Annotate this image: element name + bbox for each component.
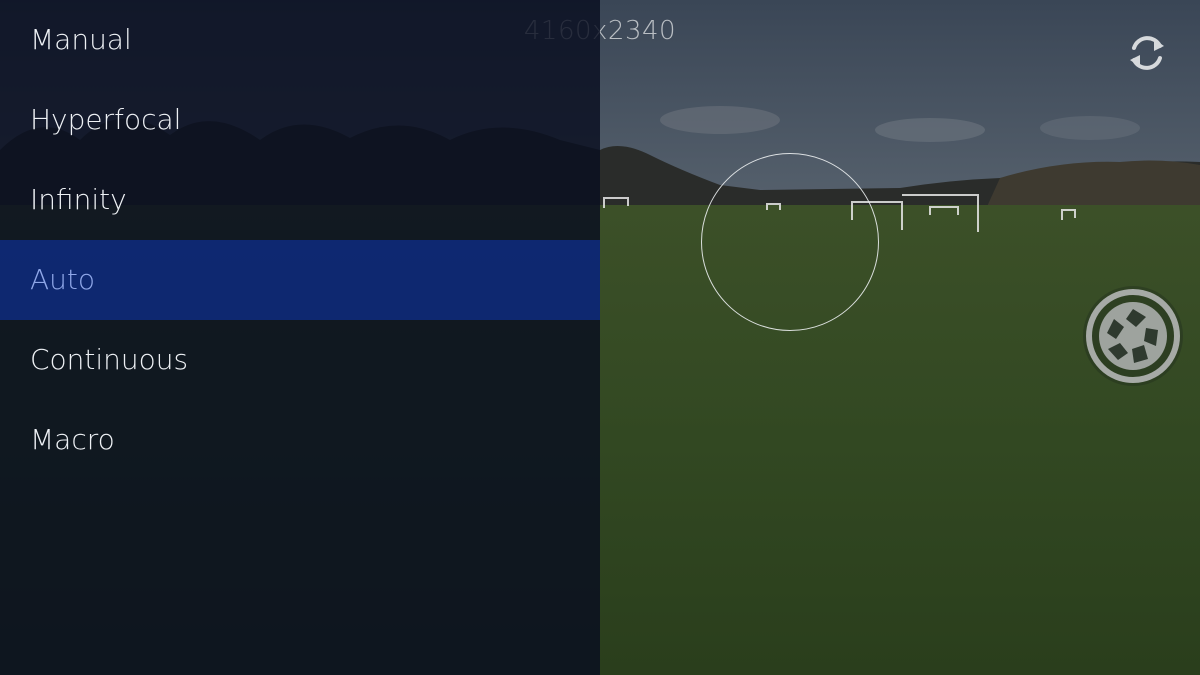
camera-switch-icon-graphic (1130, 36, 1164, 70)
shutter-aperture-icon (1083, 286, 1183, 386)
focus-mode-infinity[interactable]: Infinity (0, 160, 600, 240)
camera-switch-icon[interactable] (1124, 30, 1170, 76)
focus-mode-continuous[interactable]: Continuous (0, 320, 600, 400)
focus-mode-macro[interactable]: Macro (0, 400, 600, 480)
focus-mode-manual[interactable]: Manual (0, 0, 600, 80)
focus-mode-hyperfocal[interactable]: Hyperfocal (0, 80, 600, 160)
focus-area-circle[interactable] (701, 153, 879, 331)
focus-mode-menu: Manual Hyperfocal Infinity Auto Continuo… (0, 0, 600, 675)
camera-viewfinder[interactable]: 4160x2340 Manual Hyperfocal Inf (0, 0, 1200, 675)
shutter-button[interactable] (1080, 283, 1186, 389)
focus-mode-auto[interactable]: Auto (0, 240, 600, 320)
